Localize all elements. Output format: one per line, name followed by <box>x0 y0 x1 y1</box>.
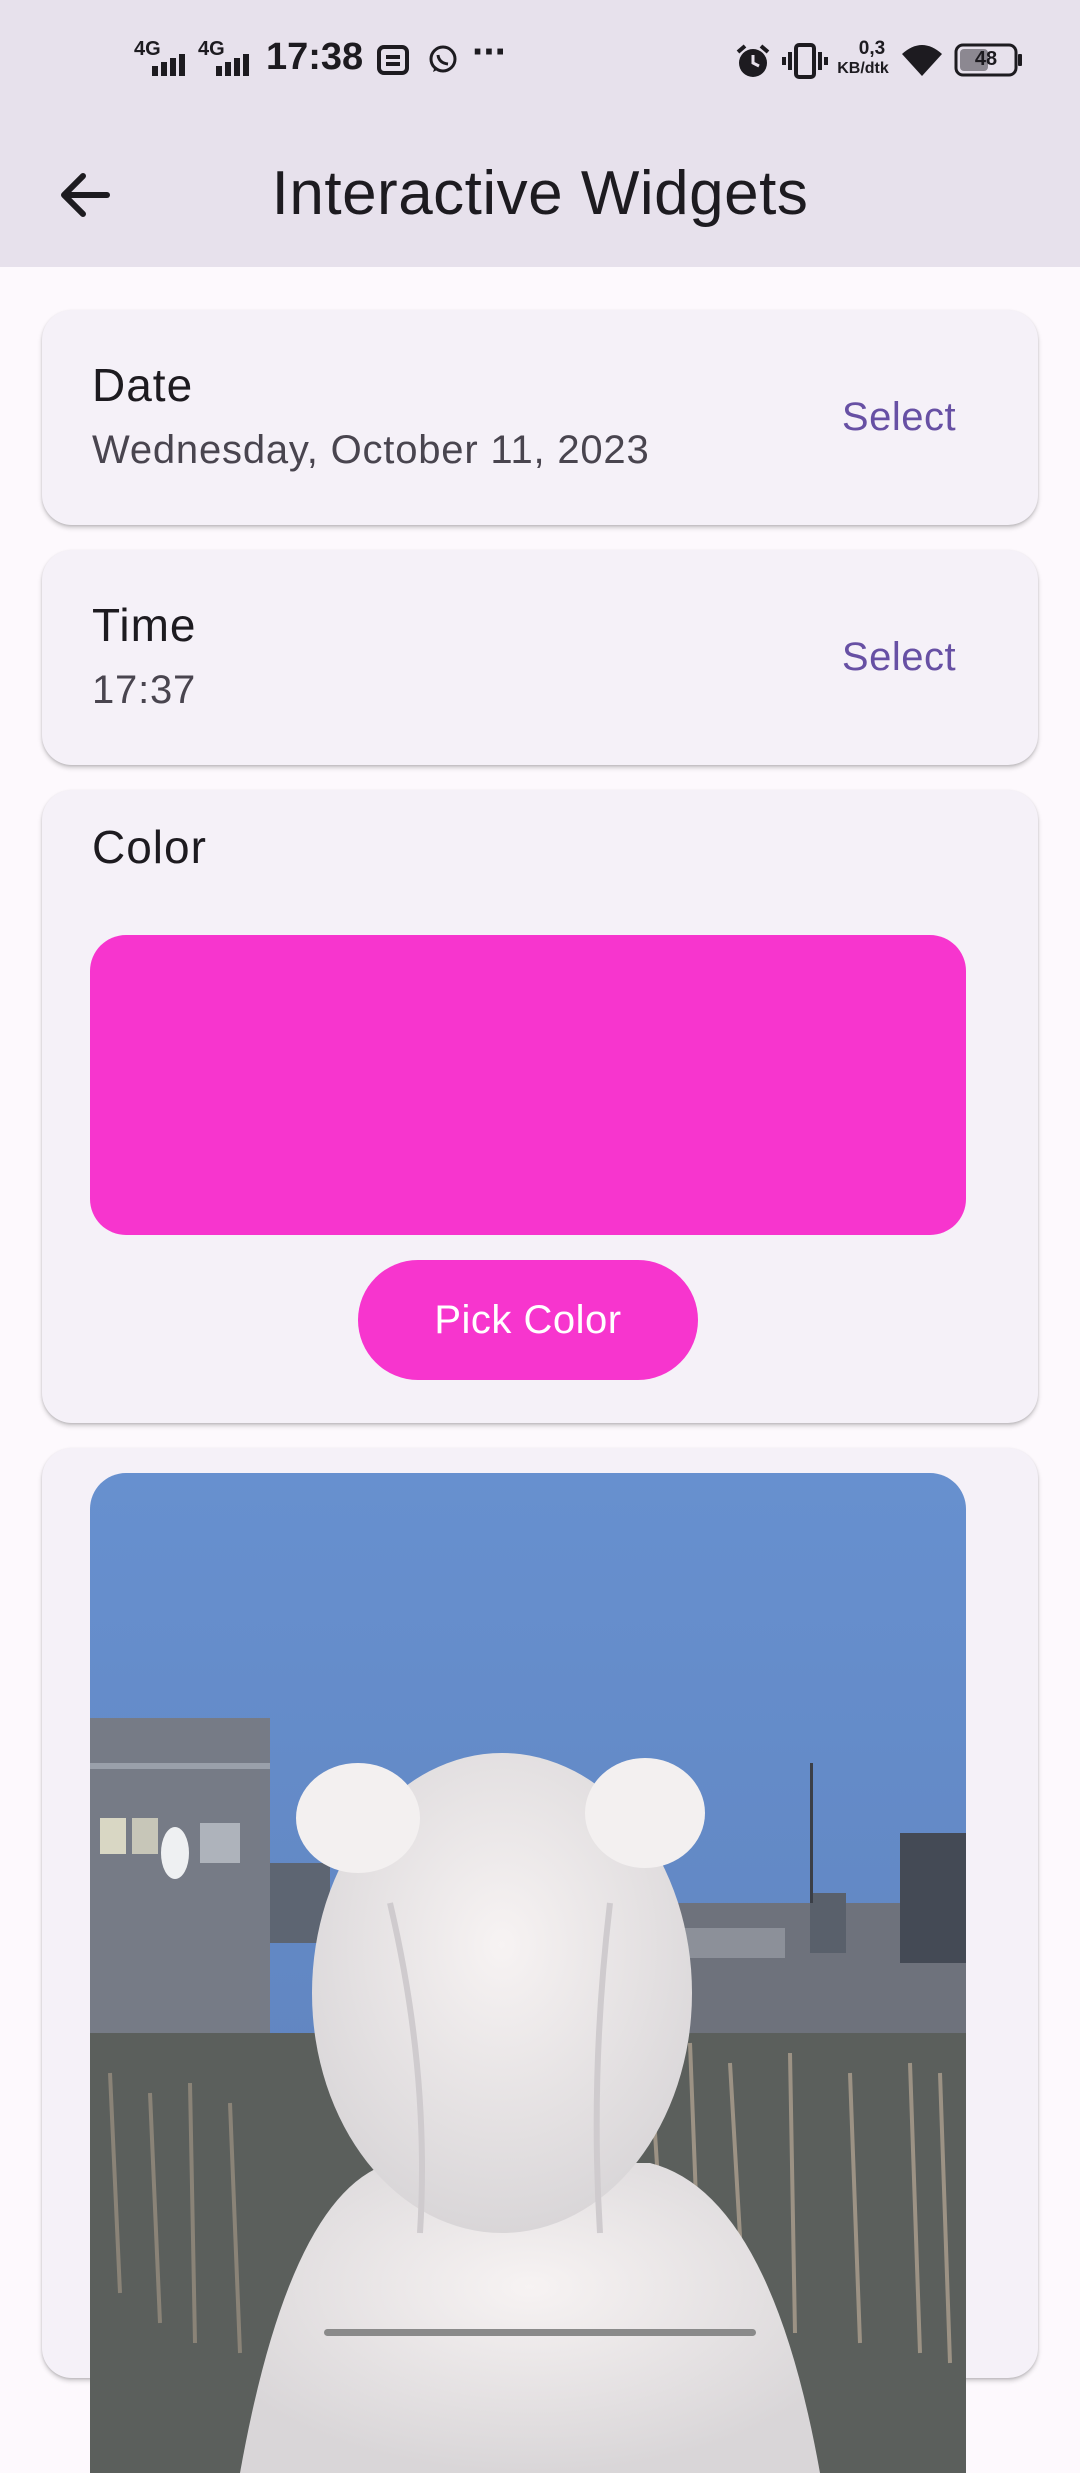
page-title: Interactive Widgets <box>271 159 809 228</box>
date-value: Wednesday, October 11, 2023 <box>92 428 650 472</box>
overflow-dots: ··· <box>472 30 508 74</box>
battery-level: 48 <box>974 48 998 70</box>
select-time-button[interactable]: Select <box>824 617 974 697</box>
alarm-icon <box>734 42 772 80</box>
wifi-icon <box>900 42 944 78</box>
vibrate-icon <box>782 42 828 80</box>
app-bar: Interactive Widgets <box>0 120 1080 267</box>
color-card: Color Pick Color <box>42 790 1038 1423</box>
status-bar: 4G 4G 17:38 ··· 0,3 KB/dtk 48 <box>0 0 1080 120</box>
select-date-button[interactable]: Select <box>824 377 974 457</box>
date-card-title: Date <box>92 359 194 411</box>
color-card-title: Color <box>92 821 207 873</box>
photo-image <box>90 1473 966 2473</box>
home-indicator[interactable] <box>324 2329 756 2336</box>
image-card <box>42 1448 1038 2473</box>
time-card-title: Time <box>92 599 197 651</box>
time-value: 17:37 <box>92 668 197 712</box>
whatsapp-icon <box>427 44 459 76</box>
signal-4g-icon-1: 4G <box>134 38 190 76</box>
color-preview-swatch <box>90 935 966 1235</box>
status-time: 17:38 <box>266 36 364 78</box>
data-rate-value: 0,3 <box>858 38 886 59</box>
data-rate-unit: KB/dtk <box>837 60 889 77</box>
date-card: Date Wednesday, October 11, 2023 Select <box>42 310 1038 525</box>
message-icon <box>377 44 409 76</box>
battery-icon: 48 <box>954 43 1024 77</box>
pick-color-button[interactable]: Pick Color <box>358 1260 698 1380</box>
signal-4g-icon-2: 4G <box>198 38 254 76</box>
time-card: Time 17:37 Select <box>42 550 1038 765</box>
